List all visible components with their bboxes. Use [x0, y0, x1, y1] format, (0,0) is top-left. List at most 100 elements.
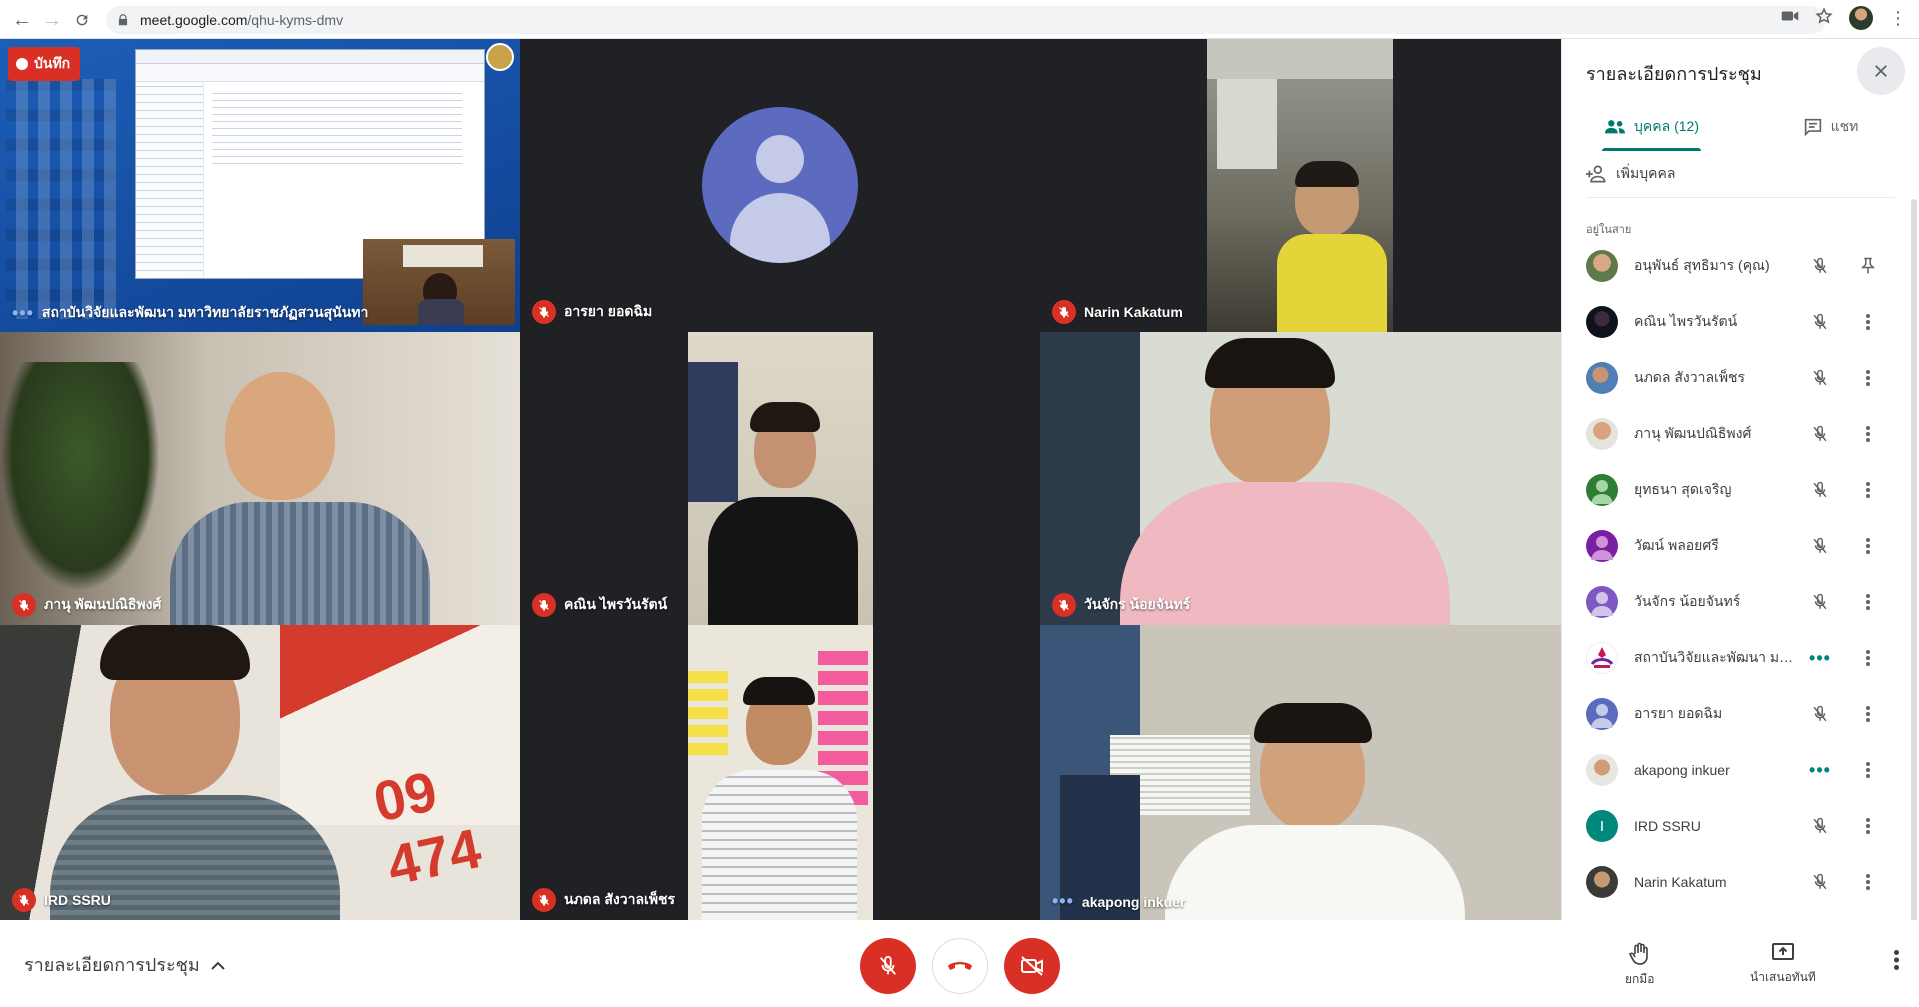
mic-off-icon	[532, 888, 556, 912]
camera-icon[interactable]	[1781, 9, 1799, 28]
video-tile[interactable]: บันทึก ••• สถาบันวิจัยและพัฒนา มหาวิทยาล…	[0, 39, 520, 332]
close-panel-button[interactable]	[1857, 47, 1905, 95]
browser-toolbar: ← → meet.google.com/qhu-kyms-dmv ⋮	[0, 0, 1919, 39]
bookmark-star-icon[interactable]	[1815, 6, 1833, 30]
video-tile[interactable]: 09 474 IRD SSRU	[0, 625, 520, 920]
more-options-icon[interactable]	[1856, 702, 1880, 726]
recording-badge: บันทึก	[8, 47, 81, 81]
panel-tabs: บุคคล (12) แชท	[1562, 103, 1919, 151]
participant-row[interactable]: วันจักร น้อยจันทร์	[1562, 574, 1919, 630]
mic-off-icon	[1808, 702, 1832, 726]
close-icon	[1875, 65, 1887, 77]
participant-name: อารยา ยอดฉิม	[532, 300, 652, 324]
participant-row[interactable]: Narin Kakatum	[1562, 854, 1919, 910]
mic-off-icon	[12, 888, 36, 912]
more-options-icon[interactable]	[1856, 758, 1880, 782]
participant-row[interactable]: ยุทธนา สุดเจริญ	[1562, 462, 1919, 518]
back-icon[interactable]: ←	[8, 6, 36, 34]
camera-off-icon	[1021, 956, 1043, 976]
avatar	[702, 107, 858, 263]
profile-avatar[interactable]	[1849, 6, 1873, 30]
reload-icon[interactable]	[68, 6, 96, 34]
mic-off-icon	[532, 593, 556, 617]
video-tile[interactable]: ••• akapong inkuer	[1040, 625, 1561, 920]
more-options-icon[interactable]	[1856, 422, 1880, 446]
leave-call-button[interactable]	[932, 938, 988, 994]
participant-row[interactable]: ภานุ พัฒนปณิธิพงศ์	[1562, 406, 1919, 462]
participant-row[interactable]: akapong inkuer •••	[1562, 742, 1919, 798]
participant-row[interactable]: I IRD SSRU	[1562, 798, 1919, 854]
more-options-icon[interactable]	[1856, 646, 1880, 670]
poster-number: 09 474	[368, 759, 487, 898]
tab-chat[interactable]: แชท	[1741, 103, 1919, 151]
avatar: I	[1586, 810, 1618, 842]
pin-icon[interactable]	[1856, 254, 1880, 278]
meeting-details-button[interactable]: รายละเอียดการประชุม	[24, 950, 226, 979]
video-tile[interactable]: ภานุ พัฒนปณิธิพงศ์	[0, 332, 520, 625]
hang-up-icon	[948, 962, 972, 970]
participant-name: วันจักร น้อยจันทร์	[1052, 593, 1190, 617]
more-options-icon[interactable]	[1856, 534, 1880, 558]
more-options-icon[interactable]	[1856, 478, 1880, 502]
chat-icon	[1804, 118, 1821, 136]
participant-row[interactable]: คณิน ไพรวันรัตน์	[1562, 294, 1919, 350]
address-bar[interactable]: meet.google.com/qhu-kyms-dmv	[106, 6, 1826, 34]
panel-title: รายละเอียดการประชุม	[1586, 64, 1762, 84]
participant-row[interactable]: นภดล สังวาลเพ็ชร	[1562, 350, 1919, 406]
avatar	[1586, 474, 1618, 506]
meeting-details-panel: รายละเอียดการประชุม บุคคล (12) แชท เพิ่ม…	[1561, 39, 1919, 959]
speaking-indicator-icon: •••	[1809, 647, 1831, 668]
raise-hand-button[interactable]: ยกมือ	[1625, 942, 1654, 989]
mic-off-icon	[1808, 534, 1832, 558]
participant-name: นภดล สังวาลเพ็ชร	[532, 888, 675, 912]
desktop-icons	[6, 79, 116, 319]
speaking-indicator-icon: •••	[1809, 759, 1831, 780]
mic-off-icon	[879, 955, 897, 975]
more-options-icon[interactable]	[1894, 950, 1899, 975]
participant-name: ••• สถาบันวิจัยและพัฒนา มหาวิทยาลัยราชภั…	[12, 302, 369, 323]
university-logo	[486, 43, 514, 71]
more-options-icon[interactable]	[1856, 310, 1880, 334]
more-options-icon[interactable]	[1856, 814, 1880, 838]
record-icon	[16, 58, 28, 70]
more-options-icon[interactable]	[1856, 366, 1880, 390]
forward-icon[interactable]: →	[38, 6, 66, 34]
mic-off-icon	[1052, 593, 1076, 617]
microphone-toggle-button[interactable]	[860, 938, 916, 994]
browser-menu-icon[interactable]: ⋮	[1889, 8, 1907, 29]
participant-name: ภานุ พัฒนปณิธิพงศ์	[12, 593, 161, 617]
more-options-icon[interactable]	[1856, 590, 1880, 614]
participant-row[interactable]: สถาบันวิจัยและพัฒนา มห... •••	[1562, 630, 1919, 686]
tab-people[interactable]: บุคคล (12)	[1562, 103, 1741, 151]
add-people-button[interactable]: เพิ่มบุคคล	[1586, 163, 1675, 185]
add-person-icon	[1586, 165, 1606, 183]
participant-name: Narin Kakatum	[1052, 300, 1183, 324]
present-now-button[interactable]: นำเสนอทันที	[1750, 942, 1816, 987]
video-tile[interactable]: อารยา ยอดฉิม	[520, 39, 1040, 332]
participant-row[interactable]: วัฒน์ พลอยศรี	[1562, 518, 1919, 574]
avatar	[1586, 698, 1618, 730]
video-tile[interactable]: วันจักร น้อยจันทร์	[1040, 332, 1561, 625]
video-tile[interactable]: Narin Kakatum	[1040, 39, 1561, 332]
video-tile[interactable]: นภดล สังวาลเพ็ชร	[520, 625, 1040, 920]
mic-off-icon	[1808, 478, 1832, 502]
scrollbar[interactable]	[1911, 199, 1917, 959]
participant-row[interactable]: อนุพันธ์ สุทธิมาร (คุณ)	[1562, 238, 1919, 294]
participant-name: ••• akapong inkuer	[1052, 891, 1186, 911]
mic-off-icon	[1808, 254, 1832, 278]
participant-name: IRD SSRU	[12, 888, 111, 912]
avatar	[1586, 250, 1618, 282]
mic-off-icon	[1808, 366, 1832, 390]
video-grid: บันทึก ••• สถาบันวิจัยและพัฒนา มหาวิทยาล…	[0, 39, 1561, 920]
participant-row[interactable]: อารยา ยอดฉิม	[1562, 686, 1919, 742]
camera-toggle-button[interactable]	[1004, 938, 1060, 994]
avatar	[1586, 754, 1618, 786]
url-path: /qhu-kyms-dmv	[247, 12, 344, 28]
participant-list: อนุพันธ์ สุทธิมาร (คุณ) คณิน ไพรวันรัตน์…	[1562, 238, 1919, 910]
video-tile[interactable]: คณิน ไพรวันรัตน์	[520, 332, 1040, 625]
mic-off-icon	[532, 300, 556, 324]
more-options-icon[interactable]	[1856, 870, 1880, 894]
speaking-indicator-icon: •••	[12, 302, 34, 323]
participant-name: คณิน ไพรวันรัตน์	[532, 593, 667, 617]
avatar	[1586, 362, 1618, 394]
